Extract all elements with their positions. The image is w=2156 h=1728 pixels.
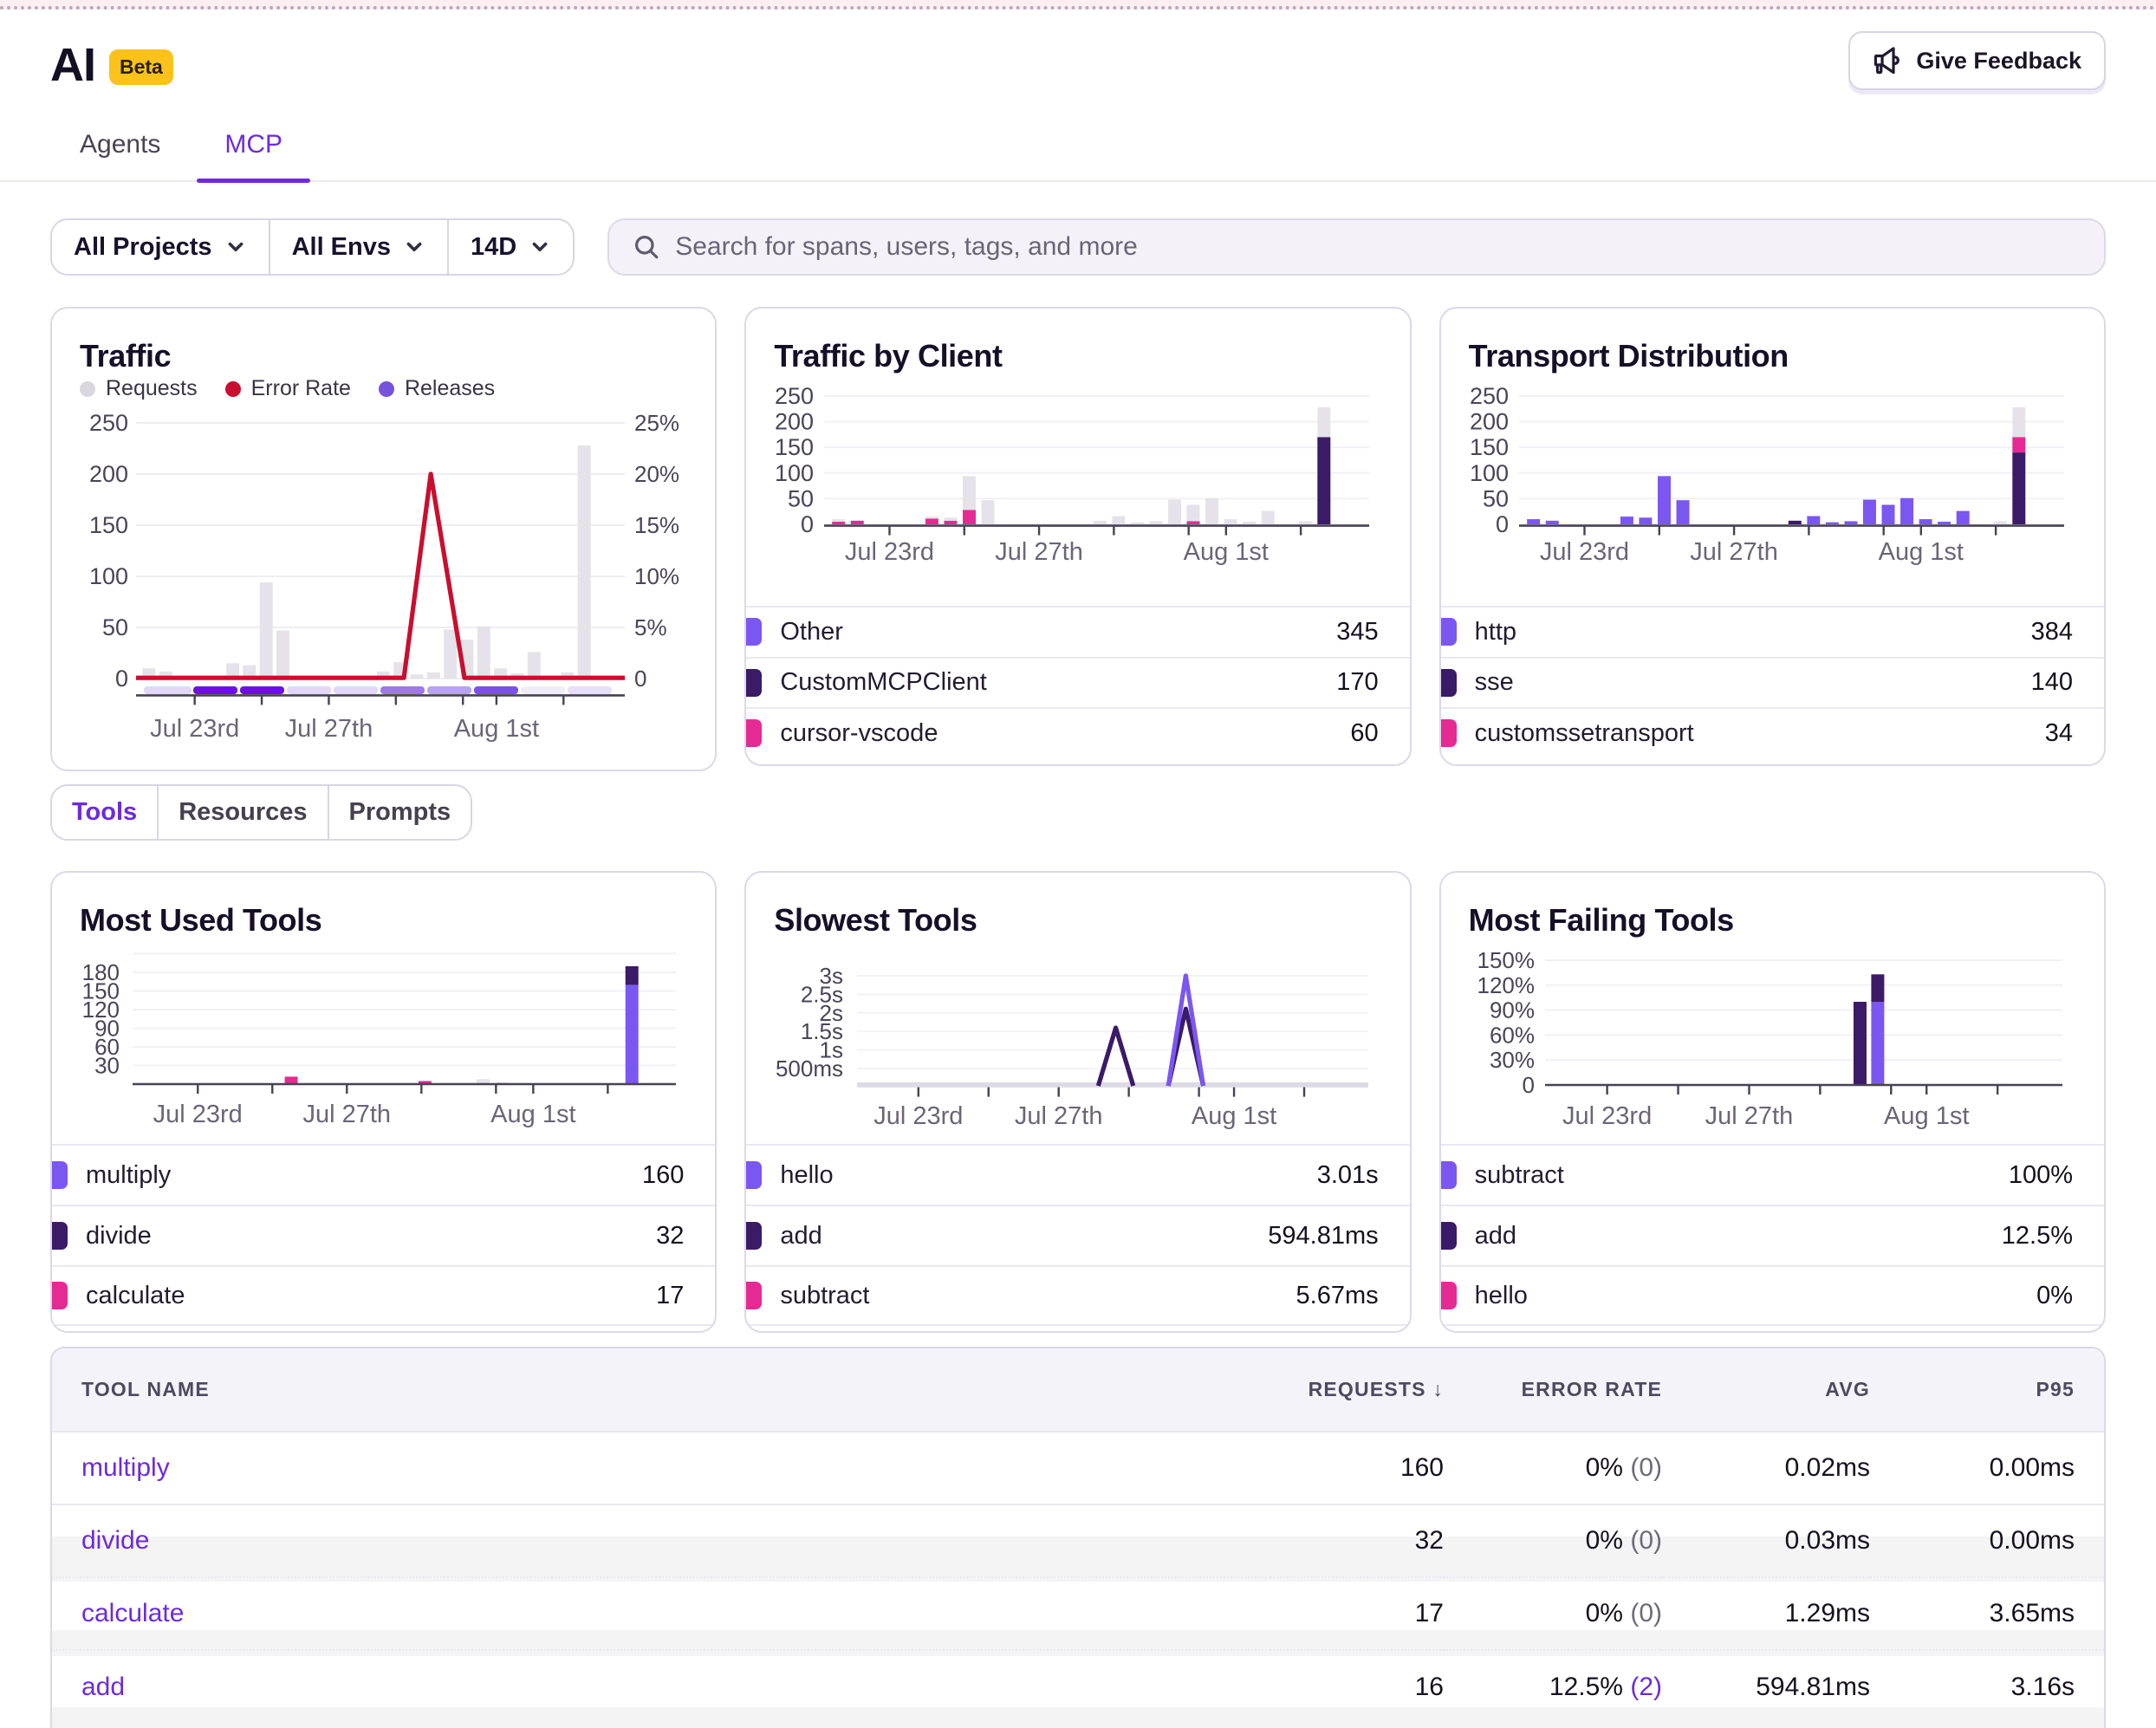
svg-text:Jul 27th: Jul 27th: [1015, 1102, 1103, 1130]
svg-text:Aug 1st: Aug 1st: [1192, 1102, 1276, 1130]
svg-text:50: 50: [102, 614, 128, 640]
svg-text:250: 250: [89, 410, 128, 436]
svg-text:0: 0: [1496, 511, 1509, 537]
svg-text:30: 30: [94, 1053, 120, 1079]
svg-text:Jul 23rd: Jul 23rd: [1562, 1102, 1652, 1130]
svg-text:60%: 60%: [1490, 1022, 1535, 1048]
svg-text:100: 100: [1470, 460, 1509, 486]
svg-text:0: 0: [801, 511, 814, 537]
svg-text:500ms: 500ms: [776, 1056, 843, 1082]
svg-text:0: 0: [115, 666, 128, 692]
svg-text:150: 150: [1470, 434, 1509, 460]
svg-text:200: 200: [89, 461, 128, 487]
svg-text:250: 250: [775, 383, 814, 409]
svg-text:50: 50: [1483, 485, 1509, 511]
svg-text:5%: 5%: [634, 614, 667, 640]
svg-text:250: 250: [1470, 383, 1509, 409]
svg-text:Jul 23rd: Jul 23rd: [874, 1102, 964, 1130]
svg-text:Jul 27th: Jul 27th: [285, 715, 373, 743]
svg-text:30%: 30%: [1490, 1047, 1535, 1073]
svg-text:150: 150: [89, 512, 128, 538]
svg-text:100: 100: [775, 460, 814, 486]
svg-text:Jul 27th: Jul 27th: [1705, 1102, 1793, 1130]
svg-text:Jul 23rd: Jul 23rd: [153, 1101, 243, 1128]
svg-text:Aug 1st: Aug 1st: [1878, 538, 1963, 566]
svg-text:Jul 23rd: Jul 23rd: [150, 715, 239, 743]
svg-text:15%: 15%: [634, 512, 679, 538]
svg-text:Aug 1st: Aug 1st: [1884, 1102, 1969, 1130]
svg-text:Jul 27th: Jul 27th: [996, 538, 1084, 566]
svg-text:50: 50: [788, 485, 814, 511]
svg-text:200: 200: [1470, 409, 1509, 435]
svg-text:100: 100: [89, 563, 128, 589]
svg-text:20%: 20%: [634, 461, 679, 487]
svg-text:150: 150: [775, 434, 814, 460]
svg-text:90%: 90%: [1490, 997, 1535, 1023]
svg-text:10%: 10%: [634, 563, 679, 589]
svg-text:Jul 27th: Jul 27th: [1690, 538, 1778, 566]
svg-text:0: 0: [1522, 1072, 1534, 1098]
svg-text:Jul 23rd: Jul 23rd: [845, 538, 934, 566]
svg-text:200: 200: [775, 409, 814, 435]
svg-text:0: 0: [634, 666, 646, 692]
svg-text:Jul 23rd: Jul 23rd: [1540, 538, 1629, 566]
svg-text:Aug 1st: Aug 1st: [490, 1101, 575, 1128]
svg-text:Aug 1st: Aug 1st: [454, 715, 539, 743]
svg-text:25%: 25%: [634, 410, 679, 436]
svg-text:120%: 120%: [1477, 972, 1535, 998]
svg-text:150%: 150%: [1477, 947, 1535, 973]
svg-text:Aug 1st: Aug 1st: [1184, 538, 1269, 566]
svg-text:Jul 27th: Jul 27th: [302, 1101, 391, 1128]
